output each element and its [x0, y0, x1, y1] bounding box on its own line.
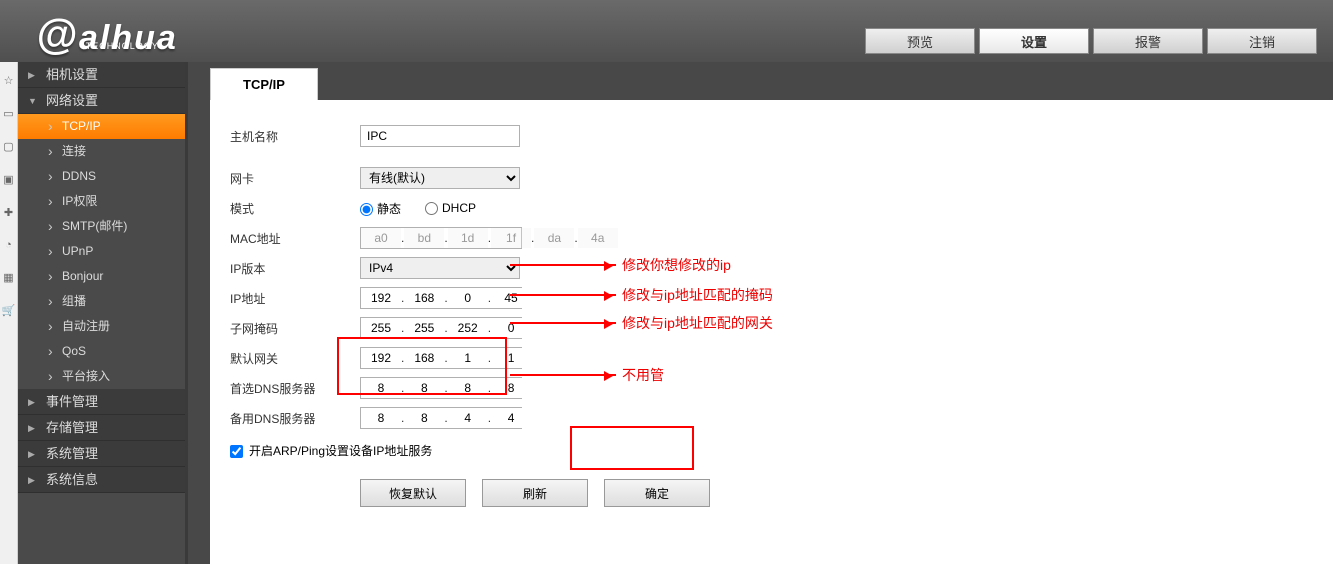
arrow-icon	[510, 294, 616, 296]
ip-field[interactable]: . . .	[360, 287, 522, 309]
grid-icon: ▦	[3, 271, 13, 284]
sidebar-item-smtp[interactable]: SMTP(邮件)	[18, 214, 185, 239]
arrow-icon	[510, 374, 616, 376]
nav-logout[interactable]: 注销	[1207, 28, 1317, 54]
sidebar-group-event[interactable]: 事件管理	[18, 389, 185, 415]
arrow-icon	[510, 264, 616, 266]
tab-tcpip[interactable]: TCP/IP	[210, 68, 318, 100]
nic-label: 网卡	[230, 170, 360, 187]
dns2-label: 备用DNS服务器	[230, 410, 360, 427]
nav-alarm[interactable]: 报警	[1093, 28, 1203, 54]
mac-field: . . . . .	[360, 227, 522, 249]
sidebar-item-connection[interactable]: 连接	[18, 139, 185, 164]
ok-button[interactable]: 确定	[604, 479, 710, 507]
cart-icon: 🛒	[2, 304, 16, 317]
top-nav: 预览 设置 报警 注销	[865, 28, 1317, 54]
video-icon: ▢	[3, 140, 13, 153]
topbar: @alhua TECHNOLOGY 预览 设置 报警 注销	[0, 0, 1333, 62]
mask-label: 子网掩码	[230, 320, 360, 337]
sidebar-item-ippermission[interactable]: IP权限	[18, 189, 185, 214]
gw-label: 默认网关	[230, 350, 360, 367]
nic-select[interactable]: 有线(默认)	[360, 167, 520, 189]
sidebar-item-bonjour[interactable]: Bonjour	[18, 264, 185, 289]
content: TCP/IP 主机名称 网卡 有线(默认) 模式 静态 DHCP MAC地址 .…	[188, 62, 1333, 564]
mode-static-radio[interactable]: 静态	[360, 200, 401, 217]
sidebar-item-tcpip[interactable]: TCP/IP	[18, 114, 185, 139]
sidebar-item-multicast[interactable]: 组播	[18, 289, 185, 314]
ipver-select[interactable]: IPv4	[360, 257, 520, 279]
sidebar: 相机设置 网络设置 TCP/IP 连接 DDNS IP权限 SMTP(邮件) U…	[18, 62, 188, 564]
annotation-ip: 修改你想修改的ip	[510, 255, 731, 275]
sidebar-item-autoreg[interactable]: 自动注册	[18, 314, 185, 339]
left-icon-strip: ☆ ▭ ▢ ▣ ✚ ◔ ▦ 🛒	[0, 62, 18, 564]
arp-checkbox-row[interactable]: 开启ARP/Ping设置设备IP地址服务	[230, 442, 1313, 459]
host-label: 主机名称	[230, 128, 360, 145]
sidebar-group-camera[interactable]: 相机设置	[18, 62, 185, 88]
star-icon: ☆	[4, 74, 14, 87]
refresh-button[interactable]: 刷新	[482, 479, 588, 507]
calendar-icon: ▭	[3, 107, 13, 120]
mode-dhcp-radio[interactable]: DHCP	[425, 201, 476, 215]
mac-label: MAC地址	[230, 230, 360, 247]
annotation-mask: 修改与ip地址匹配的掩码	[510, 285, 773, 305]
sidebar-item-platform[interactable]: 平台接入	[18, 364, 185, 389]
sidebar-item-ddns[interactable]: DDNS	[18, 164, 185, 189]
sidebar-item-upnp[interactable]: UPnP	[18, 239, 185, 264]
clock-icon: ◔	[5, 239, 12, 251]
mask-field[interactable]: . . .	[360, 317, 522, 339]
dns1-label: 首选DNS服务器	[230, 380, 360, 397]
sidebar-group-info[interactable]: 系统信息	[18, 467, 185, 493]
nav-settings[interactable]: 设置	[979, 28, 1089, 54]
restore-default-button[interactable]: 恢复默认	[360, 479, 466, 507]
annotation-dns: 不用管	[510, 365, 664, 385]
dns2-field[interactable]: . . .	[360, 407, 522, 429]
host-input[interactable]	[360, 125, 520, 147]
ipver-label: IP版本	[230, 260, 360, 277]
settings-panel: 主机名称 网卡 有线(默认) 模式 静态 DHCP MAC地址 . . . .	[210, 100, 1333, 564]
mode-label: 模式	[230, 200, 360, 217]
ip-label: IP地址	[230, 290, 360, 307]
sidebar-group-system[interactable]: 系统管理	[18, 441, 185, 467]
sidebar-group-storage[interactable]: 存储管理	[18, 415, 185, 441]
logo: @alhua TECHNOLOGY	[36, 3, 159, 59]
sidebar-item-qos[interactable]: QoS	[18, 339, 185, 364]
annotation-gw: 修改与ip地址匹配的网关	[510, 313, 773, 333]
dns1-field[interactable]: . . .	[360, 377, 522, 399]
live-icon: ▣	[3, 173, 13, 186]
nav-preview[interactable]: 预览	[865, 28, 975, 54]
plus-icon: ✚	[4, 206, 13, 219]
gw-field[interactable]: . . .	[360, 347, 522, 369]
arrow-icon	[510, 322, 616, 324]
arp-checkbox[interactable]	[230, 445, 243, 458]
sidebar-group-network[interactable]: 网络设置	[18, 88, 185, 114]
